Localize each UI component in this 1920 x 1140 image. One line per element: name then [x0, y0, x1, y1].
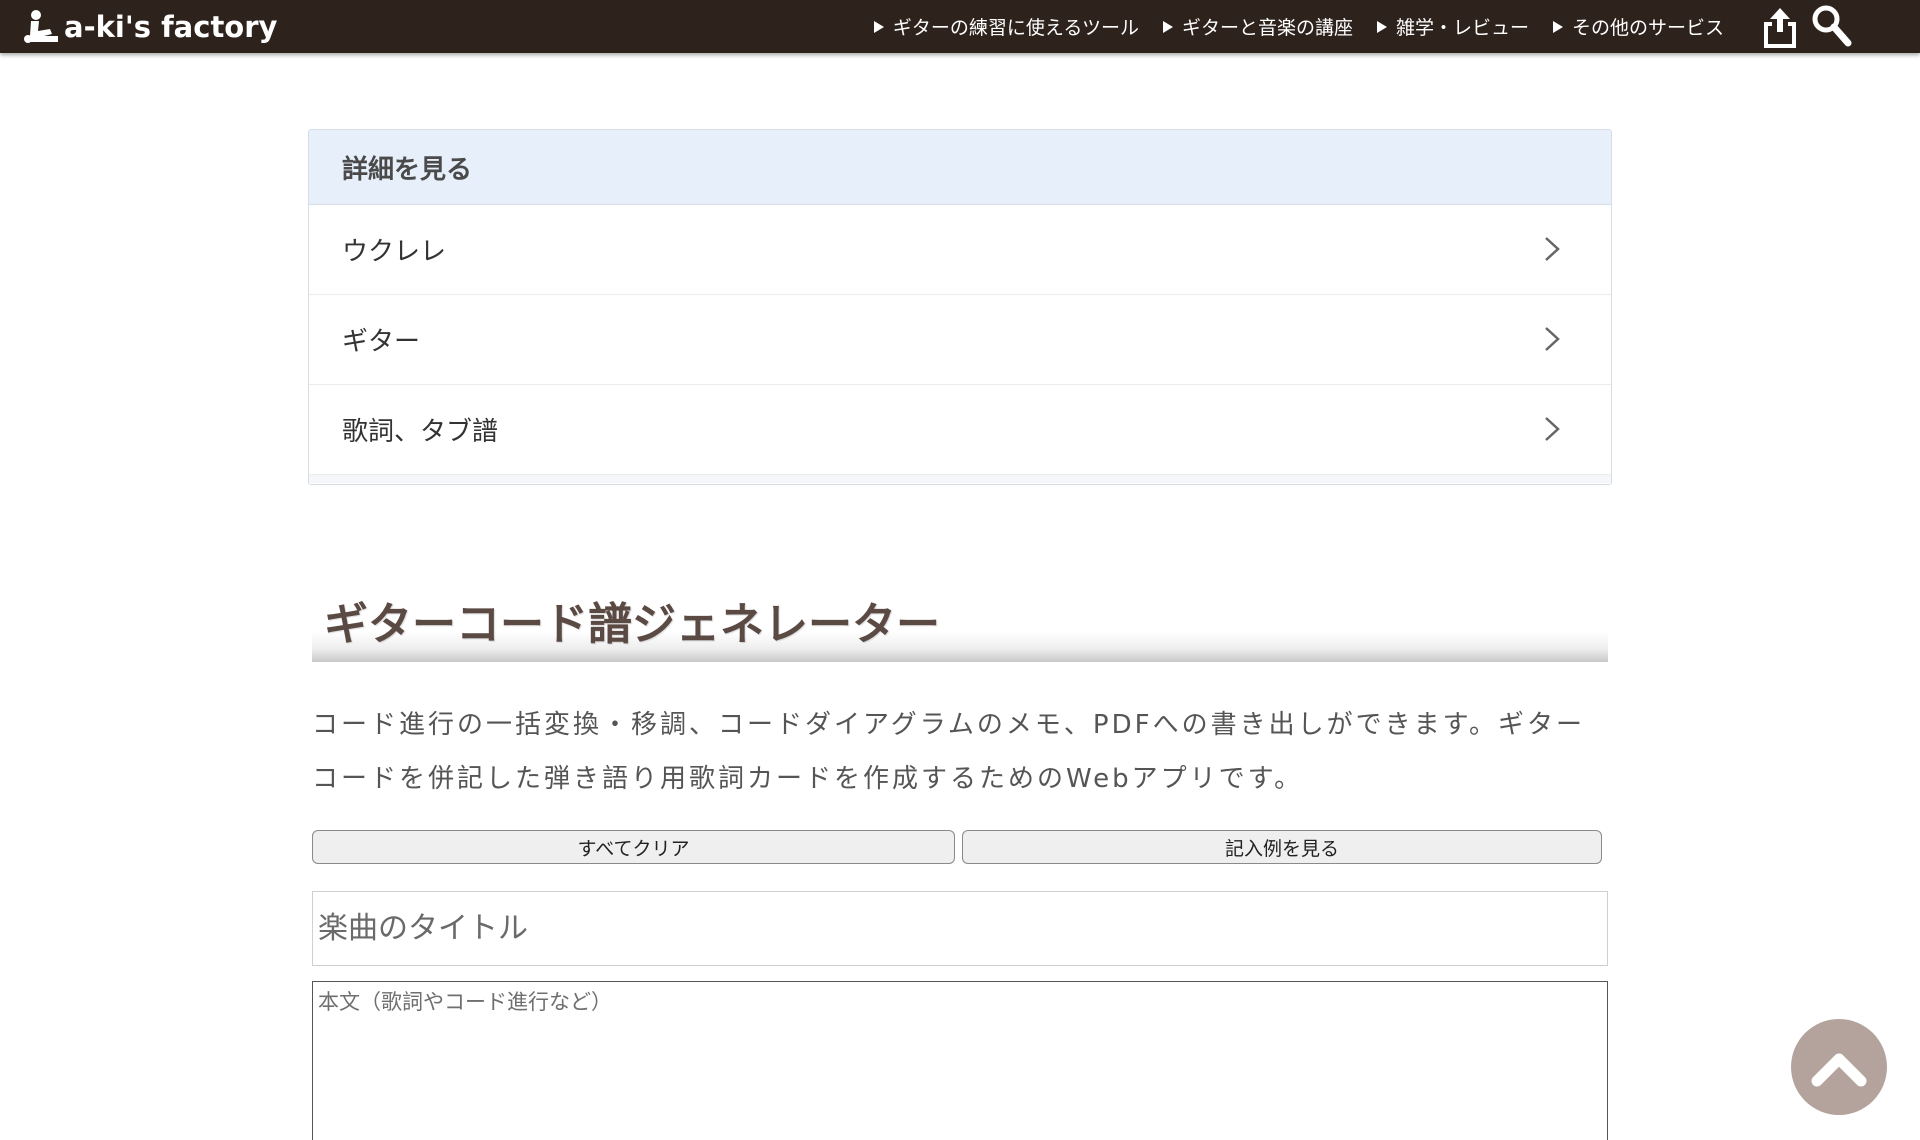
- back-to-top-button[interactable]: [1791, 1019, 1887, 1115]
- nav-item-label: ギターと音楽の講座: [1181, 17, 1353, 39]
- page-title: ギターコード譜ジェネレーター: [324, 599, 940, 650]
- show-example-button[interactable]: 記入例を見る: [962, 830, 1602, 864]
- share-icon[interactable]: [1760, 4, 1800, 50]
- details-item-label: 歌詞、タブ譜: [342, 417, 499, 447]
- details-item-ukulele[interactable]: ウクレレ: [309, 205, 1611, 295]
- nav-item-other-services[interactable]: その他のサービス: [1552, 13, 1724, 40]
- nav-item-label: ギターの練習に使えるツール: [892, 17, 1139, 39]
- chevron-right-icon: [1545, 417, 1560, 441]
- main-nav: ギターの練習に使えるツール ギターと音楽の講座 雑学・レビュー その他のサービス: [850, 0, 1724, 53]
- nav-item-guitar-tools[interactable]: ギターの練習に使えるツール: [873, 13, 1139, 40]
- details-heading: 詳細を見る: [309, 130, 1611, 205]
- logo-guitarist-icon: [24, 10, 58, 43]
- chevron-up-icon: [1811, 1053, 1867, 1087]
- logo-text: a-ki's factory: [64, 10, 278, 44]
- triangle-right-icon: [873, 20, 884, 33]
- song-body-textarea[interactable]: [312, 981, 1608, 1140]
- site-header: a-ki's factory ギターの練習に使えるツール ギターと音楽の講座 雑…: [0, 0, 1920, 53]
- section-heading: ギターコード譜ジェネレーター: [312, 584, 1608, 662]
- nav-item-trivia-reviews[interactable]: 雑学・レビュー: [1376, 13, 1529, 40]
- nav-item-label: 雑学・レビュー: [1395, 17, 1529, 39]
- chevron-right-icon: [1545, 327, 1560, 351]
- nav-item-guitar-lessons[interactable]: ギターと音楽の講座: [1162, 13, 1353, 40]
- triangle-right-icon: [1162, 20, 1173, 33]
- site-logo[interactable]: a-ki's factory: [22, 8, 277, 46]
- nav-item-label: その他のサービス: [1571, 17, 1724, 39]
- page-description: コード進行の一括変換・移調、コードダイアグラムのメモ、PDFへの書き出しができま…: [312, 710, 1585, 794]
- details-item-lyrics-tab[interactable]: 歌詞、タブ譜: [309, 385, 1611, 475]
- clear-all-button[interactable]: すべてクリア: [312, 830, 955, 864]
- song-title-input[interactable]: [312, 891, 1608, 966]
- search-icon[interactable]: [1810, 3, 1852, 49]
- details-item-label: ギター: [342, 327, 421, 357]
- details-item-guitar[interactable]: ギター: [309, 295, 1611, 385]
- chevron-right-icon: [1545, 237, 1560, 261]
- details-item-label: ウクレレ: [342, 237, 447, 267]
- details-panel: 詳細を見る ウクレレ ギター 歌詞、タブ譜: [308, 129, 1612, 485]
- triangle-right-icon: [1376, 20, 1387, 33]
- details-footer: [309, 475, 1611, 483]
- triangle-right-icon: [1552, 20, 1563, 33]
